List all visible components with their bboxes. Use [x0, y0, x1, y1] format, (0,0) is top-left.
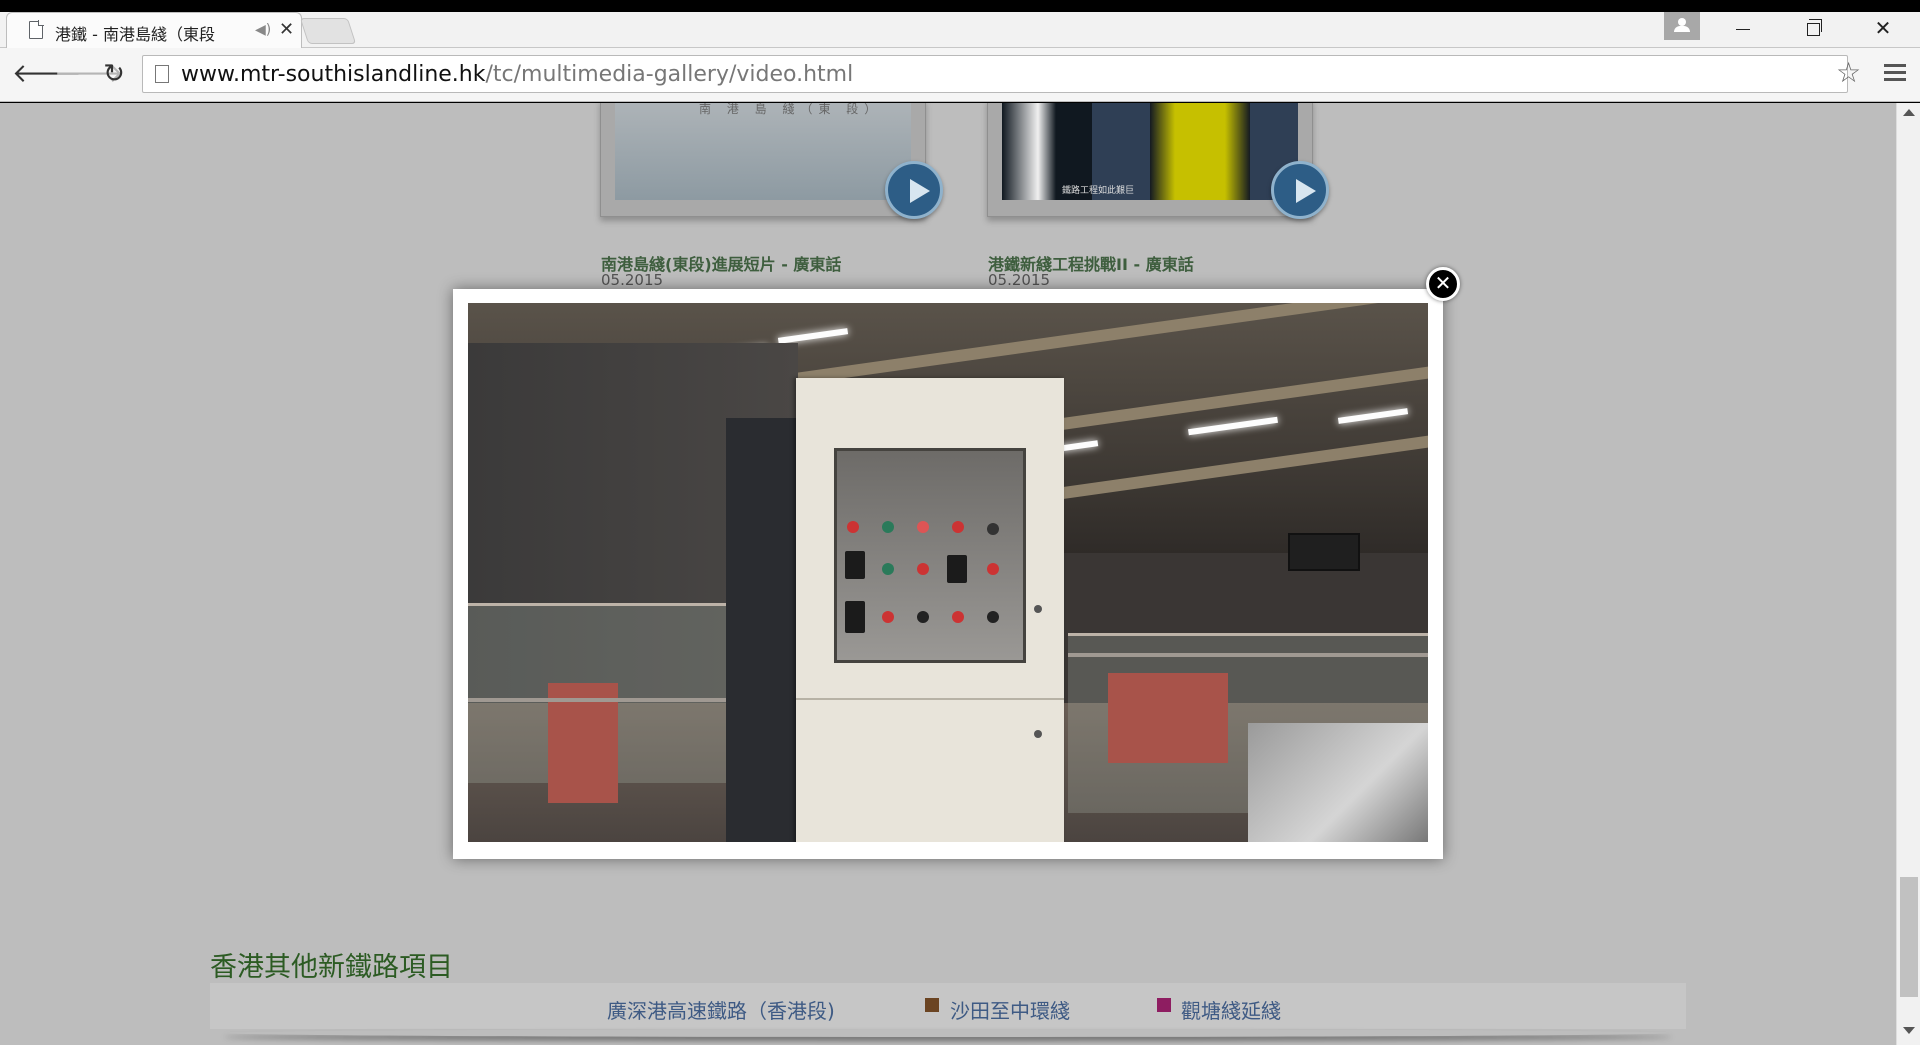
bar-shadow [224, 1029, 1672, 1037]
close-circle-icon[interactable]: ✕ [1426, 267, 1460, 301]
video-date: 05.2015 [601, 271, 664, 289]
cabinet-lock [1034, 605, 1042, 613]
vertical-scrollbar[interactable] [1896, 103, 1920, 1045]
speaker-icon[interactable]: ◀) [255, 22, 271, 38]
video-thumbnail[interactable]: 南 港 島 綫（東 段） [600, 103, 926, 217]
tab-title: 港鐵 - 南港島綫（東段 [55, 25, 215, 44]
new-tab-button[interactable] [299, 18, 357, 44]
reload-button[interactable]: ↻ [98, 59, 130, 91]
line-color-swatch [1157, 998, 1171, 1012]
scene-red-wall [1108, 673, 1228, 763]
scene-escalator [1248, 723, 1428, 842]
project-link-scl[interactable]: 沙田至中環綫 [950, 995, 1070, 1024]
scene-handrail [1068, 653, 1428, 657]
cabinet-seam [796, 698, 1064, 700]
browser-tab[interactable]: 港鐵 - 南港島綫（東段 ◀) ✕ [6, 12, 302, 48]
indicator-lamp [917, 563, 929, 575]
browser-toolbar: 🡐 🡒 ↻ www.mtr-southislandline.hk/tc/mult… [0, 48, 1920, 102]
indicator-lamp [952, 521, 964, 533]
scrollbar-thumb[interactable] [1900, 877, 1918, 997]
page-icon [155, 65, 169, 83]
panel-switch [845, 601, 865, 633]
line-color-swatch [925, 998, 939, 1012]
video-player[interactable] [468, 303, 1428, 842]
forward-button[interactable]: 🡒 [54, 59, 124, 91]
person-icon [1678, 18, 1686, 26]
indicator-lamp [917, 521, 929, 533]
indicator-lamp [987, 523, 999, 535]
indicator-lamp [917, 611, 929, 623]
cabinet-lock [1034, 730, 1042, 738]
presenter-image [1150, 103, 1250, 200]
minimize-button[interactable] [1708, 12, 1778, 48]
person-icon-body [1674, 26, 1690, 32]
indicator-lamp [882, 563, 894, 575]
video-lightbox [453, 289, 1443, 859]
restore-icon [1806, 19, 1822, 36]
control-cabinet [796, 378, 1064, 842]
indicator-lamp [952, 611, 964, 623]
window-close-button[interactable]: ✕ [1848, 12, 1918, 48]
play-icon[interactable] [1271, 161, 1329, 219]
page-icon [29, 20, 44, 39]
thumbnail-caption: 南 港 島 綫（東 段） [699, 103, 883, 116]
control-cabinet-side [726, 418, 796, 842]
scroll-up-arrow[interactable] [1903, 109, 1915, 116]
indicator-lamp [882, 611, 894, 623]
play-icon[interactable] [885, 161, 943, 219]
restore-button[interactable] [1778, 12, 1848, 48]
scene-display-screen [1288, 533, 1360, 571]
control-panel-window [834, 448, 1026, 663]
indicator-lamp [987, 563, 999, 575]
page-viewport: 南 港 島 綫（東 段） 南港島綫(東段)進展短片 - 廣東話 05.2015 … [0, 103, 1896, 1045]
url-path: /tc/multimedia-gallery/video.html [485, 62, 854, 87]
panel-switch [947, 555, 967, 583]
section-heading: 香港其他新鐵路項目 [210, 952, 453, 983]
scroll-down-arrow[interactable] [1903, 1027, 1915, 1034]
video-thumbnail[interactable]: 鐵路工程如此艱巨 [987, 103, 1313, 217]
project-links-bar [210, 983, 1686, 1029]
indicator-lamp [882, 521, 894, 533]
project-link-ktle[interactable]: 觀塘綫延綫 [1181, 995, 1281, 1024]
url-text[interactable]: www.mtr-southislandline.hk/tc/multimedia… [181, 62, 853, 87]
back-button[interactable]: 🡐 [12, 59, 82, 91]
address-bar[interactable]: www.mtr-southislandline.hk/tc/multimedia… [142, 55, 1848, 93]
thumbnail-image: 南 港 島 綫（東 段） [615, 103, 911, 200]
thumbnail-image: 鐵路工程如此艱巨 [1002, 103, 1298, 200]
thumbnail-subtitle: 鐵路工程如此艱巨 [1062, 186, 1135, 196]
url-domain: www.mtr-southislandline.hk [181, 62, 486, 87]
indicator-lamp [987, 611, 999, 623]
minimize-icon [1736, 28, 1750, 31]
star-icon[interactable]: ☆ [1836, 56, 1861, 89]
window-top-edge [0, 0, 1920, 12]
indicator-lamp [847, 521, 859, 533]
scene-handrail [468, 698, 738, 702]
video-date: 05.2015 [988, 271, 1051, 289]
project-link-xrl[interactable]: 廣深港高速鐵路（香港段) [607, 995, 835, 1024]
hamburger-menu-icon[interactable] [1884, 64, 1908, 86]
panel-switch [845, 551, 865, 579]
close-icon[interactable]: ✕ [279, 19, 294, 40]
profile-button[interactable] [1664, 12, 1700, 40]
tab-strip: 港鐵 - 南港島綫（東段 ◀) ✕ ✕ [0, 12, 1920, 48]
